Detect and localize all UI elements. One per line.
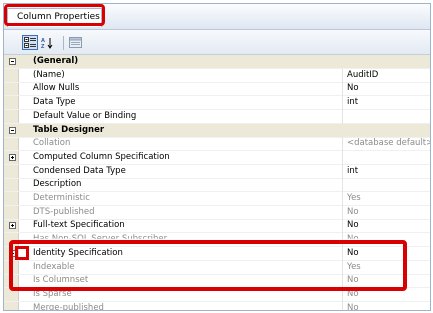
property-name: DTS-published xyxy=(33,206,95,217)
property-name: Description xyxy=(33,179,82,190)
alphabetical-sort-icon: A Z xyxy=(41,37,53,49)
property-name: Deterministic xyxy=(33,193,90,203)
property-name: Condensed Data Type xyxy=(33,165,126,176)
column-divider xyxy=(342,96,343,111)
column-divider xyxy=(342,178,343,193)
property-pages-button[interactable] xyxy=(67,35,83,50)
identity-highlight-box xyxy=(9,240,407,291)
property-value[interactable]: No xyxy=(347,83,359,93)
expander-highlight-box xyxy=(15,246,29,260)
property-category-row[interactable]: (General) xyxy=(4,55,430,69)
property-row[interactable]: (Name) AuditID xyxy=(4,68,430,83)
property-pages-icon xyxy=(68,37,82,48)
property-row[interactable]: DTS-published No xyxy=(4,205,430,220)
property-row[interactable]: Full-text Specification No xyxy=(4,219,430,234)
properties-toolbar: A Z xyxy=(4,30,430,55)
collapse-minus-icon[interactable] xyxy=(9,126,16,134)
column-divider xyxy=(342,68,343,83)
column-divider xyxy=(342,192,343,206)
property-name: Collation xyxy=(33,138,71,149)
column-divider xyxy=(342,301,343,310)
property-name: Merge-published xyxy=(33,302,104,311)
category-label: (General) xyxy=(33,56,79,66)
property-value: No xyxy=(347,302,359,311)
property-value: <database default> xyxy=(347,138,431,149)
column-divider xyxy=(342,137,343,152)
svg-text:Z: Z xyxy=(41,44,45,49)
property-row[interactable]: Collation <database default> xyxy=(4,137,431,152)
categorized-button[interactable] xyxy=(22,35,38,50)
column-divider xyxy=(342,219,343,234)
property-row[interactable]: Condensed Data Type int xyxy=(4,164,430,179)
column-divider xyxy=(342,164,343,179)
property-row[interactable]: Default Value or Binding xyxy=(4,109,430,124)
property-value[interactable]: AuditID xyxy=(347,70,378,80)
property-row[interactable]: Deterministic Yes xyxy=(4,192,430,206)
property-value[interactable]: int xyxy=(347,166,358,176)
categorized-icon xyxy=(24,37,36,48)
property-name: Allow Nulls xyxy=(33,83,80,94)
property-name: Computed Column Specification xyxy=(33,151,170,162)
property-value[interactable]: int xyxy=(347,97,358,107)
property-row[interactable]: Description xyxy=(4,178,430,193)
column-divider xyxy=(342,150,343,165)
property-value: Yes xyxy=(347,193,361,203)
property-row[interactable]: Allow Nulls No xyxy=(4,82,430,97)
property-value[interactable]: No xyxy=(347,220,359,230)
alphabetical-button[interactable]: A Z xyxy=(40,35,56,50)
category-label: Table Designer xyxy=(33,124,105,135)
expand-plus-icon[interactable] xyxy=(9,153,16,161)
column-divider xyxy=(342,109,343,124)
property-name: Default Value or Binding xyxy=(33,110,137,121)
title-highlight-box xyxy=(4,4,105,26)
expand-plus-icon[interactable] xyxy=(9,222,16,230)
property-name: (Name) xyxy=(33,69,65,80)
property-row[interactable]: Merge-published No xyxy=(4,301,430,311)
property-row[interactable]: Computed Column Specification xyxy=(4,150,430,165)
property-category-row[interactable]: Table Designer xyxy=(4,123,430,138)
toolbar-separator xyxy=(63,36,64,50)
collapse-minus-icon[interactable] xyxy=(9,58,16,65)
column-divider xyxy=(342,82,343,97)
property-row[interactable]: Data Type int xyxy=(4,96,430,111)
column-divider xyxy=(342,205,343,220)
property-value: No xyxy=(347,206,359,217)
property-name: Data Type xyxy=(33,97,76,108)
property-name: Full-text Specification xyxy=(33,220,125,231)
